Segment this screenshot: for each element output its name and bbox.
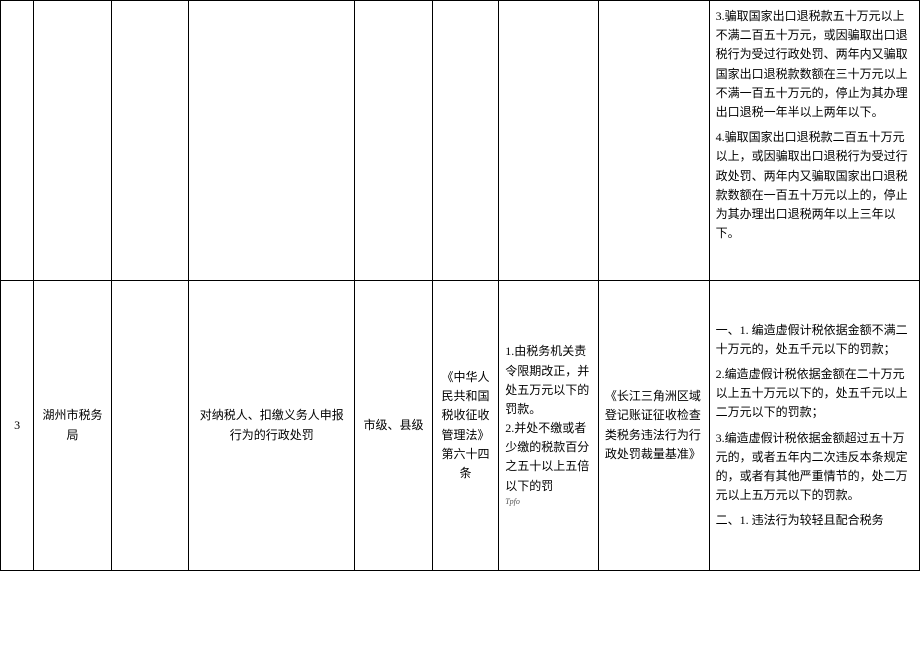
cell-detail	[499, 1, 599, 281]
criteria-text: 3.骗取国家出口退税款五十万元以上不满二百五十万元，或因骗取出口退税行为受过行政…	[716, 7, 913, 122]
criteria-text: 4.骗取国家出口退税款二百五十万元以上，或因骗取出口退税行为受过行政处罚、两年内…	[716, 128, 913, 243]
cell-detail: 1.由税务机关责令限期改正，并处五万元以下的罚款。 2.并处不缴或者少缴的税款百…	[499, 281, 599, 571]
document-page: 3.骗取国家出口退税款五十万元以上不满二百五十万元，或因骗取出口退税行为受过行政…	[0, 0, 920, 571]
table-row: 3 湖州市税务局 对纳税人、扣缴义务人申报行为的行政处罚 市级、县级 《中华人民…	[1, 281, 920, 571]
cell-blank	[111, 281, 189, 571]
cell-index: 3	[1, 281, 34, 571]
footnote: Tpfo	[505, 496, 592, 509]
cell-level: 市级、县级	[355, 281, 433, 571]
criteria-text: 2.编造虚假计税依据金额在二十万元以上五十万元以下的，处五千元以上二万元以下的罚…	[716, 365, 913, 423]
criteria-text: 3.编造虚假计税依据金额超过五十万元的，或者五年内二次违反本条规定的，或者有其他…	[716, 429, 913, 506]
cell-reference: 《长江三角洲区域登记账证征收检查类税务违法行为行政处罚裁量基准》	[598, 281, 709, 571]
cell-organ: 湖州市税务局	[34, 281, 112, 571]
criteria-text: 一、1. 编造虚假计税依据金额不满二十万元的，处五千元以下的罚款；	[716, 321, 913, 359]
regulation-table: 3.骗取国家出口退税款五十万元以上不满二百五十万元，或因骗取出口退税行为受过行政…	[0, 0, 920, 571]
cell-criteria: 3.骗取国家出口退税款五十万元以上不满二百五十万元，或因骗取出口退税行为受过行政…	[709, 1, 919, 281]
cell-blank	[111, 1, 189, 281]
cell-organ	[34, 1, 112, 281]
cell-criteria: 一、1. 编造虚假计税依据金额不满二十万元的，处五千元以下的罚款； 2.编造虚假…	[709, 281, 919, 571]
cell-matter	[189, 1, 355, 281]
cell-index	[1, 1, 34, 281]
cell-level	[355, 1, 433, 281]
criteria-text: 二、1. 违法行为较轻且配合税务	[716, 511, 913, 530]
cell-law	[432, 1, 498, 281]
cell-reference	[598, 1, 709, 281]
detail-text: 1.由税务机关责令限期改正，并处五万元以下的罚款。 2.并处不缴或者少缴的税款百…	[505, 344, 589, 492]
cell-matter: 对纳税人、扣缴义务人申报行为的行政处罚	[189, 281, 355, 571]
table-row: 3.骗取国家出口退税款五十万元以上不满二百五十万元，或因骗取出口退税行为受过行政…	[1, 1, 920, 281]
cell-law: 《中华人民共和国税收征收管理法》第六十四条	[432, 281, 498, 571]
